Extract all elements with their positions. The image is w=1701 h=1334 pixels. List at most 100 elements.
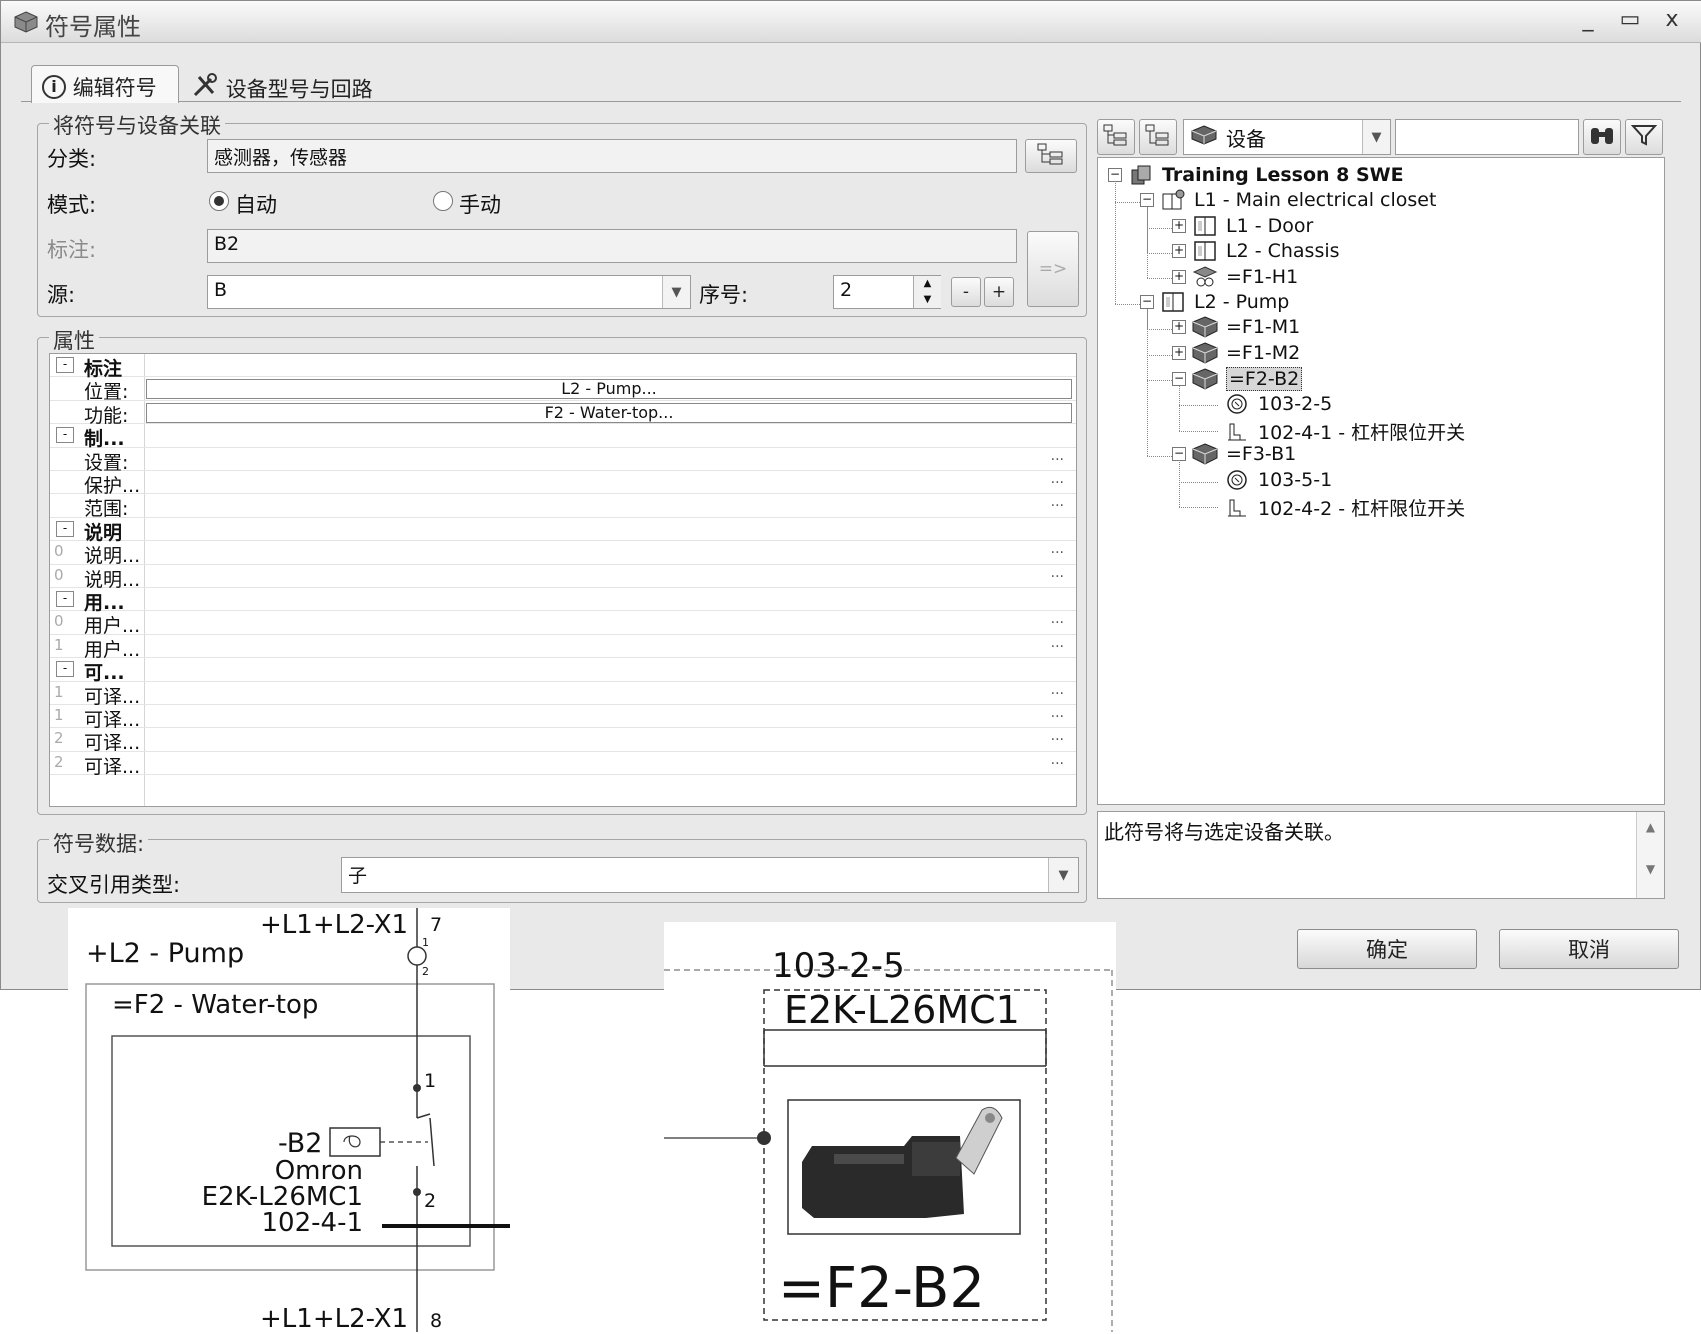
collapse-toggle-icon[interactable]: - [56, 661, 74, 678]
ellipsis-button[interactable]: ... [1051, 752, 1064, 768]
expand-icon[interactable]: + [1172, 345, 1186, 360]
maximize-button[interactable]: ▭ [1615, 7, 1645, 32]
property-row[interactable]: 0 说明...... [50, 565, 1076, 591]
ellipsis-button[interactable]: ... [1051, 682, 1064, 698]
tree-node[interactable]: 103-2-5 [1204, 393, 1332, 415]
cancel-button[interactable]: 取消 [1499, 929, 1679, 969]
tree-node-label[interactable]: 103-5-1 [1258, 469, 1332, 491]
expand-icon[interactable]: + [1172, 244, 1186, 259]
collapse-toggle-icon[interactable]: - [56, 427, 74, 444]
close-button[interactable]: x [1657, 7, 1687, 32]
ellipsis-button[interactable]: ... [1051, 611, 1064, 627]
category-tree-button[interactable] [1025, 139, 1077, 173]
assign-button[interactable]: => [1027, 231, 1079, 307]
tree-filter-select[interactable]: 设备 ▼ [1183, 119, 1391, 155]
property-row[interactable]: 1 可译...... [50, 682, 1076, 708]
tree-node-label[interactable]: L2 - Pump [1194, 291, 1289, 313]
tree-node[interactable]: + L1 - Door [1172, 215, 1313, 237]
scroll-down-icon[interactable]: ▼ [1637, 862, 1664, 876]
info-scrollbar[interactable]: ▲ ▼ [1636, 812, 1664, 898]
collapse-icon[interactable]: − [1140, 295, 1154, 309]
increment-button[interactable]: + [984, 277, 1014, 307]
collapse-icon[interactable]: − [1140, 193, 1154, 208]
chevron-down-icon[interactable]: ▼ [1048, 858, 1078, 892]
property-group-row[interactable]: - 说明 [50, 518, 1076, 544]
collapse-toggle-icon[interactable]: - [56, 520, 74, 537]
tree-node[interactable]: + =F1-M1 [1172, 316, 1300, 338]
spin-up-icon[interactable]: ▲ [914, 276, 941, 292]
tree-node[interactable]: − Training Lesson 8 SWE [1108, 164, 1404, 186]
tree-node[interactable]: − L1 - Main electrical closet [1140, 189, 1436, 211]
property-group-row[interactable]: - 标注 [50, 354, 1076, 380]
ellipsis-button[interactable]: ... [1051, 728, 1064, 744]
source-select[interactable]: B ▼ [207, 275, 691, 309]
tree-node-label[interactable]: Training Lesson 8 SWE [1162, 164, 1404, 186]
property-row[interactable]: 1 用户...... [50, 635, 1076, 661]
expand-icon[interactable]: + [1172, 320, 1186, 335]
tree-node[interactable]: 102-4-1 - 杠杆限位开关 [1204, 418, 1465, 445]
ellipsis-button[interactable]: ... [1051, 448, 1064, 464]
chevron-down-icon[interactable]: ▼ [662, 276, 690, 308]
property-value[interactable]: F2 - Water-top... [146, 402, 1072, 423]
mode-auto-label[interactable]: 自动 [235, 189, 277, 219]
spin-down-icon[interactable]: ▼ [914, 292, 941, 308]
tree-collapse-button[interactable] [1139, 119, 1177, 155]
property-row[interactable]: 功能: F2 - Water-top... [50, 401, 1076, 427]
property-row[interactable]: 2 可译...... [50, 752, 1076, 778]
property-row[interactable]: 1 可译...... [50, 705, 1076, 731]
device-tree[interactable]: − Training Lesson 8 SWE − L1 - Main electri… [1097, 157, 1665, 805]
tree-node-label[interactable]: =F1-M1 [1226, 316, 1300, 338]
tree-node-label[interactable]: 103-2-5 [1258, 393, 1332, 415]
tree-node-label[interactable]: =F1-H1 [1226, 266, 1298, 288]
category-field[interactable]: 感测器，传感器 [207, 139, 1017, 173]
mode-manual-radio[interactable] [433, 191, 453, 211]
tree-node-label[interactable]: 102-4-2 - 杠杆限位开关 [1258, 494, 1465, 521]
tree-node[interactable]: + L2 - Chassis [1172, 240, 1340, 262]
property-row[interactable]: 2 可译...... [50, 728, 1076, 754]
property-row[interactable]: 设置:... [50, 448, 1076, 474]
mode-manual-label[interactable]: 手动 [459, 189, 501, 219]
mark-field[interactable]: B2 [207, 229, 1017, 263]
property-value[interactable]: L2 - Pump... [146, 379, 1072, 400]
ok-button[interactable]: 确定 [1297, 929, 1477, 969]
collapse-icon[interactable]: − [1108, 168, 1122, 182]
tree-node[interactable]: + =F1-M2 [1172, 342, 1300, 364]
find-button[interactable] [1583, 119, 1621, 155]
collapse-toggle-icon[interactable]: - [56, 357, 74, 373]
tree-node[interactable]: − =F3-B1 [1172, 443, 1296, 465]
chevron-down-icon[interactable]: ▼ [1362, 120, 1390, 154]
collapse-icon[interactable]: − [1172, 447, 1186, 462]
property-group-row[interactable]: - 制... [50, 424, 1076, 450]
ellipsis-button[interactable]: ... [1051, 541, 1064, 557]
tree-search-input[interactable] [1395, 119, 1579, 155]
tree-node-label[interactable]: =F1-M2 [1226, 342, 1300, 364]
tree-node-label[interactable]: =F2-B2 [1226, 367, 1303, 392]
tree-node[interactable]: − L2 - Pump [1140, 291, 1289, 313]
mode-auto-radio[interactable] [209, 191, 229, 211]
minimize-button[interactable]: _ [1573, 7, 1603, 32]
xref-type-select[interactable]: 子 ▼ [341, 857, 1079, 893]
collapse-icon[interactable]: − [1172, 372, 1186, 387]
scroll-up-icon[interactable]: ▲ [1637, 820, 1664, 834]
tree-node-label[interactable]: 102-4-1 - 杠杆限位开关 [1258, 418, 1465, 445]
property-row[interactable]: 保护...... [50, 471, 1076, 497]
ellipsis-button[interactable]: ... [1051, 471, 1064, 487]
tree-node-label[interactable]: =F3-B1 [1226, 443, 1296, 465]
expand-icon[interactable]: + [1172, 218, 1186, 233]
ellipsis-button[interactable]: ... [1051, 705, 1064, 721]
tree-node-label[interactable]: L2 - Chassis [1226, 240, 1340, 262]
collapse-toggle-icon[interactable]: - [56, 591, 74, 607]
tree-node[interactable]: 102-4-2 - 杠杆限位开关 [1204, 494, 1465, 521]
tab-edit-symbol[interactable]: i 编辑符号 [31, 65, 179, 103]
decrement-button[interactable]: - [951, 277, 981, 307]
filter-button[interactable] [1625, 119, 1663, 155]
property-grid[interactable]: - 标注 位置: L2 - Pump... 功能: F2 - Water-top... - 制… [49, 353, 1077, 807]
ellipsis-button[interactable]: ... [1051, 635, 1064, 651]
ellipsis-button[interactable]: ... [1051, 494, 1064, 510]
tree-node[interactable]: − =F2-B2 [1172, 367, 1303, 392]
property-row[interactable]: 0 用户...... [50, 611, 1076, 637]
property-row[interactable]: 0 说明...... [50, 541, 1076, 567]
ellipsis-button[interactable]: ... [1051, 565, 1064, 581]
tree-node[interactable]: + =F1-H1 [1172, 266, 1298, 288]
tab-device-model-circuit[interactable]: 设备型号与回路 [181, 67, 383, 103]
